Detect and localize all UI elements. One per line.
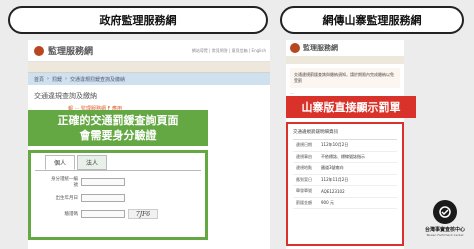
tfc-name: 台灣事實查核中心 [424,227,465,233]
section-title: 交通違規查詢及繳納 [34,92,97,100]
overlay-banner-red: 山寨版直接顯示罰單 [286,96,416,118]
gov-site-title: 監理服務網 [48,47,94,57]
fine-value: 112年11月2日 [321,176,349,182]
birth-label: 出生年月日 [55,196,79,201]
breadcrumb-item[interactable]: 交通違規罰鍰查詢及繳納 [70,76,125,83]
header-label-gov: 政府監理服務網 [99,14,177,27]
captcha-input[interactable] [81,210,125,218]
tfc-sub: Taiwan FactCheck Center [426,233,464,237]
table-row: 舉發單號 AQE123102 [293,186,397,198]
tfc-logo-icon [433,200,457,224]
fine-key: 應到案日 [296,176,312,182]
header-pill-fake: 網傳山寨監理服務網 [280,6,464,34]
header-label-fake: 網傳山寨監理服務網 [322,14,422,27]
fake-alert: 交通違規罰鍰查詢與繳納須知，請於期限內完成繳納以免受罰 [290,68,400,88]
gov-site-header: 監理服務網 網站導覽 | 常見問答 | 意見信箱 | English [28,40,270,62]
birth-row: 出生年月日 [35,190,201,206]
fine-value: 900 元 [321,199,334,205]
id-row: 身分證統一編號 [35,174,201,190]
breadcrumb-item[interactable]: 罰鍰 [52,76,62,83]
header-pill-gov: 政府監理服務網 [8,6,268,34]
fine-title: 交通違規罰鍰明細資訊 [293,130,338,135]
fake-logo-icon [290,43,300,53]
overlay-banner-green: 正確的交通罰鍰查詢頁面 會需要身分驗證 [28,110,208,146]
form-body: 身分證統一編號 出生年月日 驗證碼 7JF6 [35,170,201,222]
verification-form: 個人 法人 身分證統一編號 出生年月日 驗證碼 7JF6 查詢 [28,150,208,240]
table-row: 違規事由 不依標誌、標線號誌指示 [293,152,397,163]
tfc-watermark: 台灣事實查核中心 Taiwan FactCheck Center [420,200,470,248]
fine-value: AQE123102 [321,188,345,194]
fine-value: 112年10月2日 [321,142,349,148]
table-row: 罰鍰金額 900 元 [293,198,397,209]
gov-logo-icon [34,45,44,56]
fake-site-header: 監理服務網 [286,40,404,56]
captcha-row: 驗證碼 7JF6 [35,206,201,222]
fine-details-frame: 交通違規罰鍰明細資訊 違規日期 112年10月2日 違規事由 不依標誌、標線號誌指示… [286,122,404,246]
gov-top-links[interactable]: 網站導覽 | 常見問答 | 意見信箱 | English [192,48,270,54]
table-row: 違規日期 112年10月2日 [293,140,397,152]
birth-input[interactable] [81,194,125,202]
fine-value: 國道3號南向 [321,165,344,171]
fine-key: 舉發單號 [296,188,312,194]
tab-corporate[interactable]: 法人 [77,155,108,170]
fine-key: 違規日期 [296,142,312,148]
fine-table: 違規日期 112年10月2日 違規事由 不依標誌、標線號誌指示 違規地點 國道3號南向… [293,139,397,209]
fine-value: 不依標誌、標線號誌指示 [321,153,365,159]
table-row: 應到案日 112年11月2日 [293,175,397,186]
captcha-image: 7JF6 [128,209,158,219]
fine-key: 罰鍰金額 [296,199,312,205]
overlay-line-1: 正確的交通罰鍰查詢頁面 [57,114,179,127]
overlay-line-2: 會需要身分驗證 [79,129,157,142]
gov-nav-bar[interactable] [28,62,270,73]
fine-key: 違規事由 [296,153,312,159]
fake-site-title: 監理服務網 [303,43,338,52]
form-tabs: 個人 法人 [31,153,205,170]
breadcrumb: 首頁 › 罰鍰 › 交通違規罰鍰查詢及繳納 [28,73,270,85]
table-row: 違規地點 國道3號南向 [293,163,397,175]
id-label: 身分證統一編號 [51,177,78,188]
captcha-label: 驗證碼 [64,212,79,217]
breadcrumb-item[interactable]: 首頁 [34,76,44,83]
fake-nav-bar[interactable] [286,56,404,64]
tab-personal[interactable]: 個人 [45,155,76,170]
fine-key: 違規地點 [296,165,312,171]
id-input[interactable] [81,178,125,186]
